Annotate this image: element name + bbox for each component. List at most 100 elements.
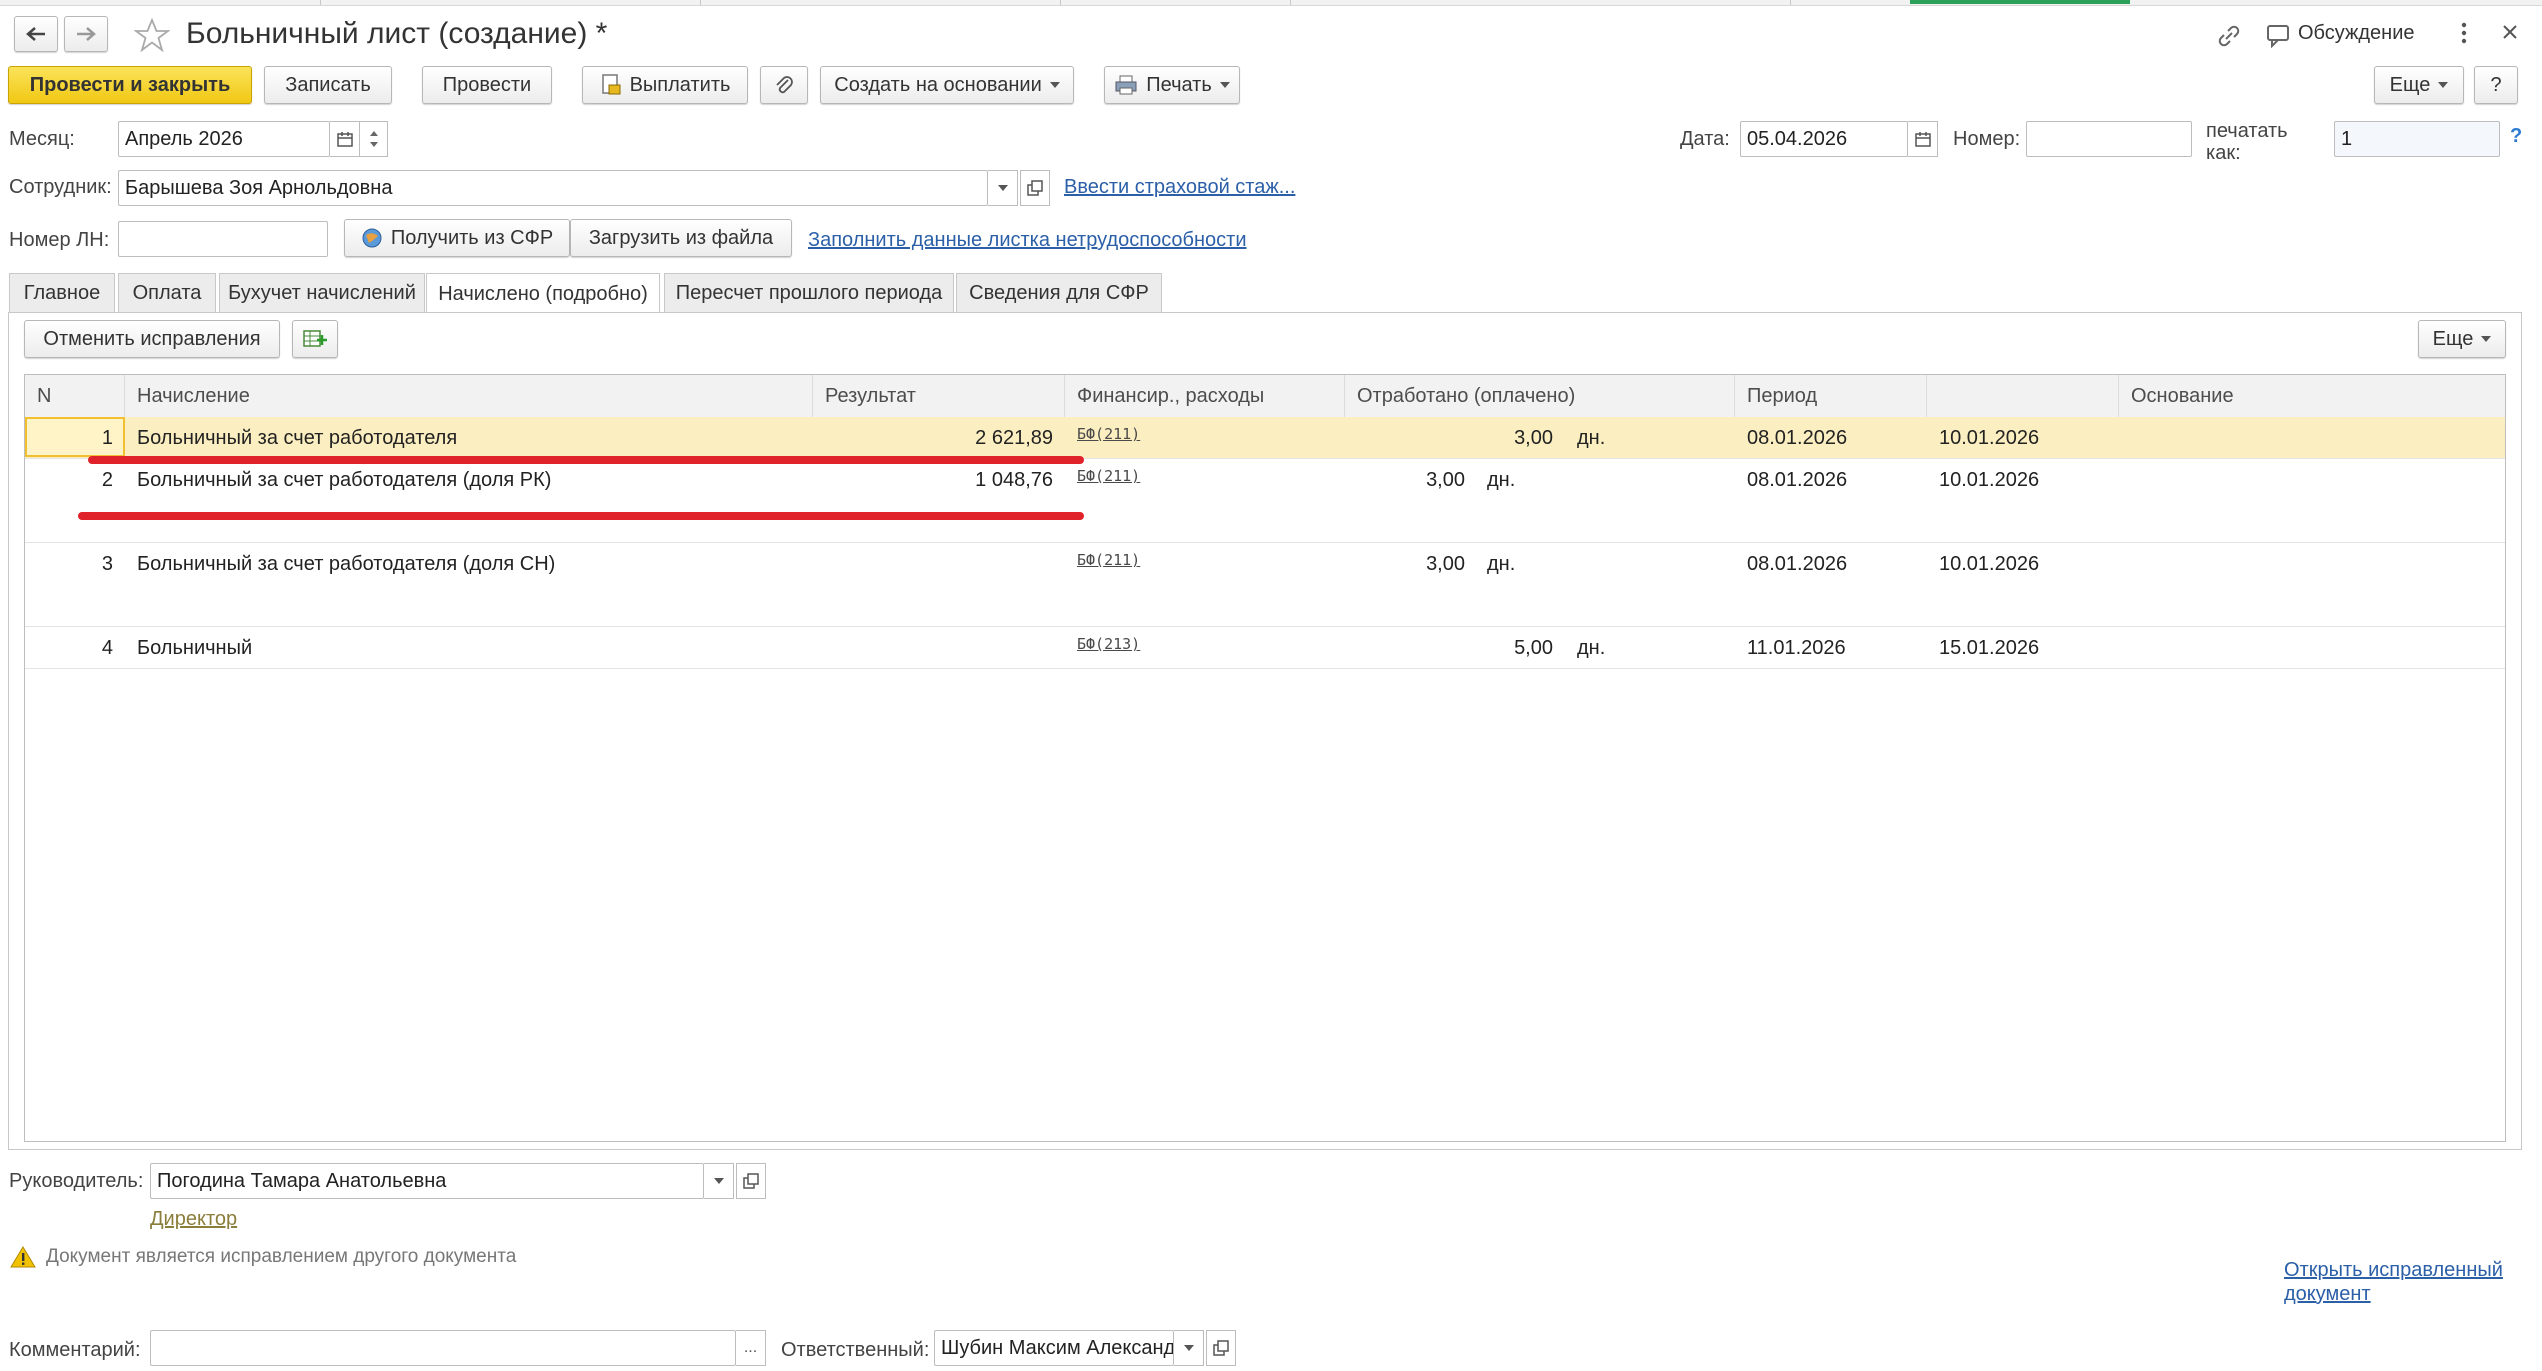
create-based-on-button[interactable]: Создать на основании <box>820 66 1074 104</box>
column-header-period-end[interactable] <box>1927 375 2119 417</box>
open-corrected-line2: документ <box>2284 1283 2371 1305</box>
comment-select-button[interactable]: ... <box>736 1330 766 1366</box>
cancel-corrections-button[interactable]: Отменить исправления <box>24 320 280 358</box>
responsible-open-button[interactable] <box>1206 1330 1236 1366</box>
column-header-finance[interactable]: Финансир., расходы <box>1065 375 1345 417</box>
discussion-label[interactable]: Обсуждение <box>2298 22 2415 45</box>
employee-dropdown-button[interactable] <box>988 170 1018 206</box>
manager-field[interactable]: Погодина Тамара Анатольевна <box>150 1163 704 1199</box>
worked-value: 3,00 <box>1514 427 1553 449</box>
table-row[interactable]: 3 Больничный за счет работодателя (доля … <box>25 543 2505 627</box>
get-from-sfr-label: Получить из СФР <box>390 226 554 249</box>
tab-payment[interactable]: Оплата <box>118 273 216 313</box>
worked-value: 3,00 <box>1426 469 1465 491</box>
print-as-label-line2: как: <box>2206 142 2241 164</box>
date-field[interactable]: 05.04.2026 <box>1740 121 1908 157</box>
post-and-close-button[interactable]: Провести и закрыть <box>8 66 252 104</box>
date-label: Дата: <box>1680 128 1730 150</box>
worked-value: 5,00 <box>1514 637 1553 659</box>
tab-recalc-previous[interactable]: Пересчет прошлого периода <box>664 273 954 313</box>
close-icon[interactable] <box>2500 22 2520 48</box>
print-button[interactable]: Печать <box>1104 66 1240 104</box>
finance-source[interactable]: БФ(211) <box>1077 551 1140 569</box>
window-title: Больничный лист (создание) * <box>186 17 608 50</box>
pay-button[interactable]: Выплатить <box>582 66 748 104</box>
add-row-button[interactable] <box>292 320 338 358</box>
responsible-label: Ответственный: <box>781 1339 930 1361</box>
employee-field[interactable]: Барышева Зоя Арнольдовна <box>118 170 988 206</box>
period-end: 10.01.2026 <box>1939 469 2040 491</box>
manager-dropdown-button[interactable] <box>704 1163 734 1199</box>
manager-position-link[interactable]: Директор <box>150 1208 237 1231</box>
correction-warning-text: Документ является исправлением другого д… <box>46 1246 517 1267</box>
column-header-worked[interactable]: Отработано (оплачено) <box>1345 375 1735 417</box>
tab-accounting[interactable]: Бухучет начислений <box>219 273 425 313</box>
result-value: 1 048,76 <box>975 469 1053 491</box>
comment-field[interactable] <box>150 1330 736 1366</box>
row-number: 2 <box>101 469 113 491</box>
get-from-sfr-button[interactable]: Получить из СФР <box>344 219 570 257</box>
table-header: N Начисление Результат Финансир., расход… <box>25 375 2505 418</box>
accrual-name: Больничный за счет работодателя (доля СН… <box>137 553 556 575</box>
tab-main[interactable]: Главное <box>9 273 115 313</box>
month-spinner[interactable] <box>360 121 388 157</box>
link-icon[interactable] <box>2215 22 2243 56</box>
table-more-button[interactable]: Еще <box>2418 320 2506 358</box>
print-as-field[interactable]: 1 <box>2334 121 2500 157</box>
responsible-field[interactable]: Шубин Максим Александрович <box>934 1330 1174 1366</box>
finance-source[interactable]: БФ(211) <box>1077 425 1140 443</box>
back-button[interactable] <box>14 16 58 52</box>
forward-button[interactable] <box>64 16 108 52</box>
more-button[interactable]: Еще <box>2374 66 2464 104</box>
worked-value: 3,00 <box>1426 553 1465 575</box>
pay-document-icon <box>601 74 621 95</box>
open-window-icon <box>1213 1340 1229 1356</box>
number-label: Номер: <box>1953 128 2021 150</box>
period-end: 10.01.2026 <box>1939 553 2040 575</box>
accruals-table[interactable]: N Начисление Результат Финансир., расход… <box>24 374 2506 1142</box>
help-mark[interactable]: ? <box>2510 125 2522 148</box>
month-label: Месяц: <box>9 128 75 150</box>
discussion-icon[interactable] <box>2266 24 2292 54</box>
accrual-name: Больничный <box>137 637 253 659</box>
save-button[interactable]: Записать <box>264 66 392 104</box>
tab-sfr-info[interactable]: Сведения для СФР <box>956 273 1162 313</box>
calendar-button[interactable] <box>330 121 360 157</box>
finance-source[interactable]: БФ(213) <box>1077 635 1140 653</box>
load-from-file-button[interactable]: Загрузить из файла <box>570 219 792 257</box>
month-field[interactable]: Апрель 2026 <box>118 121 330 157</box>
table-row[interactable]: 2 Больничный за счет работодателя (доля … <box>25 459 2505 543</box>
open-window-icon <box>743 1173 759 1189</box>
calendar-icon <box>336 132 353 147</box>
manager-open-button[interactable] <box>736 1163 766 1199</box>
tab-accrued-detailed[interactable]: Начислено (подробно) <box>426 273 660 315</box>
open-window-icon <box>1027 180 1043 196</box>
result-value: 2 621,89 <box>975 427 1053 449</box>
fill-sick-leave-data-link[interactable]: Заполнить данные листка нетрудоспособнос… <box>808 229 1247 252</box>
attach-button[interactable] <box>760 66 808 104</box>
help-button[interactable]: ? <box>2474 66 2518 104</box>
print-label: Печать <box>1146 73 1212 96</box>
worked-unit: дн. <box>1577 427 1606 449</box>
table-row[interactable]: 1 Больничный за счет работодателя 2 621,… <box>25 417 2505 459</box>
number-field[interactable] <box>2026 121 2192 157</box>
employee-open-button[interactable] <box>1020 170 1050 206</box>
column-header-result[interactable]: Результат <box>813 375 1065 417</box>
open-corrected-document-link[interactable]: Открыть исправленный документ <box>2284 1258 2503 1306</box>
date-calendar-button[interactable] <box>1908 121 1938 157</box>
more-vertical-icon[interactable] <box>2458 20 2470 52</box>
table-add-icon <box>303 330 327 347</box>
finance-source[interactable]: БФ(211) <box>1077 467 1140 485</box>
column-header-basis[interactable]: Основание <box>2119 375 2505 417</box>
spinner-arrows-icon <box>369 131 378 147</box>
responsible-dropdown-button[interactable] <box>1174 1330 1204 1366</box>
column-header-period[interactable]: Период <box>1735 375 1927 417</box>
column-header-accrual[interactable]: Начисление <box>125 375 813 417</box>
post-button[interactable]: Провести <box>422 66 552 104</box>
table-row[interactable]: 4 Больничный БФ(213) 5,00 дн. 11.01.2026… <box>25 627 2505 669</box>
column-header-n[interactable]: N <box>25 375 125 417</box>
insurance-experience-link[interactable]: Ввести страховой стаж... <box>1064 176 1295 199</box>
pay-label: Выплатить <box>629 73 731 96</box>
ln-number-field[interactable] <box>118 221 328 257</box>
favorite-star-icon[interactable] <box>133 17 171 58</box>
